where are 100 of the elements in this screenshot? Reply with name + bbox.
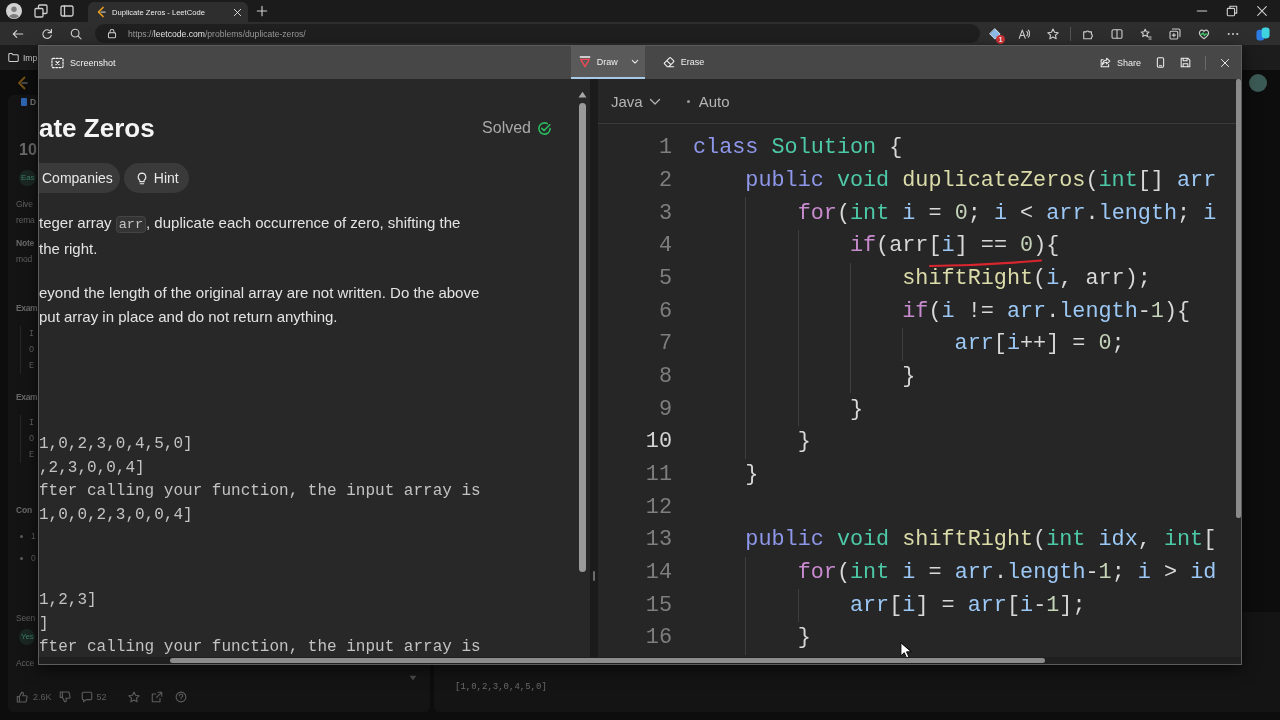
example-line: 1,0,0,2,3,0,0,4] (39, 504, 193, 526)
example-line: ,2,3,0,0,4] (39, 457, 145, 479)
window-icon[interactable] (60, 4, 74, 18)
folder-icon (8, 52, 19, 63)
line-number: 2 (658, 170, 672, 192)
draw-button[interactable]: Draw (570, 46, 645, 79)
language-select[interactable]: Java (611, 92, 661, 110)
code-fragment: I (20, 326, 34, 342)
lightbulb-icon (135, 171, 148, 185)
text-fragment: Seen (16, 612, 36, 625)
document-icon (21, 98, 27, 106)
read-aloud-icon[interactable] (1018, 27, 1030, 40)
example-line: 1,0,2,3,0,4,5,0] (39, 434, 193, 455)
collections-icon[interactable] (1169, 27, 1181, 40)
example-line: ] (39, 613, 49, 635)
bullet-icon (20, 534, 23, 538)
text-fragment: Note (16, 237, 35, 250)
scroll-up-icon[interactable] (578, 91, 587, 98)
example-line: fter calling your function, the input array is (39, 637, 481, 658)
plus-icon[interactable] (256, 5, 268, 17)
favorites-icon[interactable] (1140, 27, 1152, 40)
line-number: 6 (658, 300, 672, 323)
line-number: 16 (645, 627, 672, 650)
code-line: public void shiftRight(int idx, int[ (745, 529, 1217, 552)
hint-button[interactable]: Hint (123, 163, 189, 193)
heart-icon[interactable] (1198, 27, 1210, 40)
description-paragraph: teger array arr , duplicate each occurrence of zero, shifting the the right. (39, 213, 461, 259)
stacked-squares-icon[interactable] (34, 4, 48, 18)
gradient-logo-icon[interactable] (1256, 26, 1270, 41)
address-field[interactable]: https://leetcode.com/problems/duplicate-zeros/ (95, 24, 980, 43)
pen-tip-icon (578, 55, 591, 68)
star-icon[interactable] (127, 691, 140, 703)
code-line: for(int i = arr.length-1; i > id (797, 561, 1217, 584)
line-number: 8 (658, 366, 672, 388)
text-fragment: Give (16, 198, 33, 211)
back-icon[interactable] (12, 27, 24, 40)
copy-icon[interactable] (1155, 57, 1166, 68)
testcase-value: [1,0,2,3,0,4,5,0] (455, 681, 547, 693)
bookmark-item[interactable]: Imp (8, 52, 38, 63)
code-fragment: E (20, 447, 34, 463)
line-number: 5 (658, 268, 672, 290)
caret-icon (630, 58, 639, 65)
diamond-icon[interactable] (989, 27, 1001, 40)
tag: Yes (19, 629, 36, 645)
code-line: for(int i = 0; i < arr.length; i (797, 202, 1217, 225)
mouse-pointer-icon (900, 642, 912, 659)
puzzle-icon[interactable] (1082, 27, 1094, 40)
text-fragment: rema (16, 214, 35, 227)
line-number: 7 (658, 333, 672, 356)
logo-icon (96, 6, 106, 18)
example-line: fter calling your function, the input array is (39, 481, 481, 502)
scrollbar-thumb[interactable] (1236, 79, 1241, 518)
help-icon[interactable] (174, 691, 187, 703)
code-line: arr[i] = arr[i-1]; (849, 594, 1086, 617)
code-fragment: I (20, 415, 34, 431)
scrollbar-thumb[interactable] (579, 103, 586, 572)
code-line: arr[i++] = 0; (954, 333, 1125, 356)
refresh-icon[interactable] (41, 27, 53, 40)
description-paragraph: eyond the length of the original array are not written. Do the above put array in place and do not return anything. (39, 283, 480, 327)
share-button[interactable]: Share (1099, 57, 1141, 68)
line-number: 13 (645, 529, 672, 552)
thumbs-down-icon[interactable] (58, 691, 71, 703)
section-heading: Exam (16, 391, 38, 404)
search-icon[interactable] (70, 27, 82, 40)
status-label: Solved (482, 119, 531, 137)
check-circle-icon (537, 120, 552, 136)
split-screen-icon[interactable] (1111, 27, 1123, 40)
code-line: } (902, 366, 916, 388)
share-icon (1099, 57, 1111, 68)
code-fragment: E (20, 358, 34, 374)
logo-icon[interactable] (16, 75, 28, 90)
share-icon[interactable] (150, 691, 163, 703)
tag-button[interactable]: Companies (39, 163, 120, 193)
resize-handle[interactable] (593, 571, 595, 581)
code-line: public void duplicateZeros(int[] arr (745, 170, 1217, 192)
code-line: class Solution { (693, 137, 903, 160)
scrollbar-thumb[interactable] (170, 658, 1045, 663)
text-fragment: Acce (16, 657, 35, 670)
erase-button[interactable]: Erase (654, 46, 711, 79)
avatar-icon[interactable] (1249, 73, 1267, 92)
restore-icon[interactable] (1226, 5, 1238, 17)
line-number: 10 (645, 431, 672, 454)
toolbar-title: Screenshot (70, 57, 116, 68)
line-number: 11 (645, 464, 672, 486)
code-line: if(arr[i] == 0){ (849, 235, 1060, 258)
comment-icon (80, 691, 93, 703)
tag: Eas (19, 170, 37, 186)
profile-avatar-icon[interactable] (6, 3, 22, 19)
code-line: if(i != arr.length-1){ (902, 300, 1191, 323)
bullet-icon (20, 556, 23, 560)
example-line: 1,2,3] (39, 590, 97, 611)
save-icon[interactable] (1180, 57, 1191, 68)
section-heading: Con (16, 504, 32, 517)
code-line: shiftRight(i, arr); (902, 268, 1151, 290)
dot-icon (686, 99, 690, 103)
lock-icon (107, 28, 117, 39)
close-icon[interactable] (1256, 5, 1268, 17)
line-number: 14 (645, 561, 672, 584)
screenshot-icon (51, 56, 64, 69)
line-number: 12 (645, 496, 672, 519)
